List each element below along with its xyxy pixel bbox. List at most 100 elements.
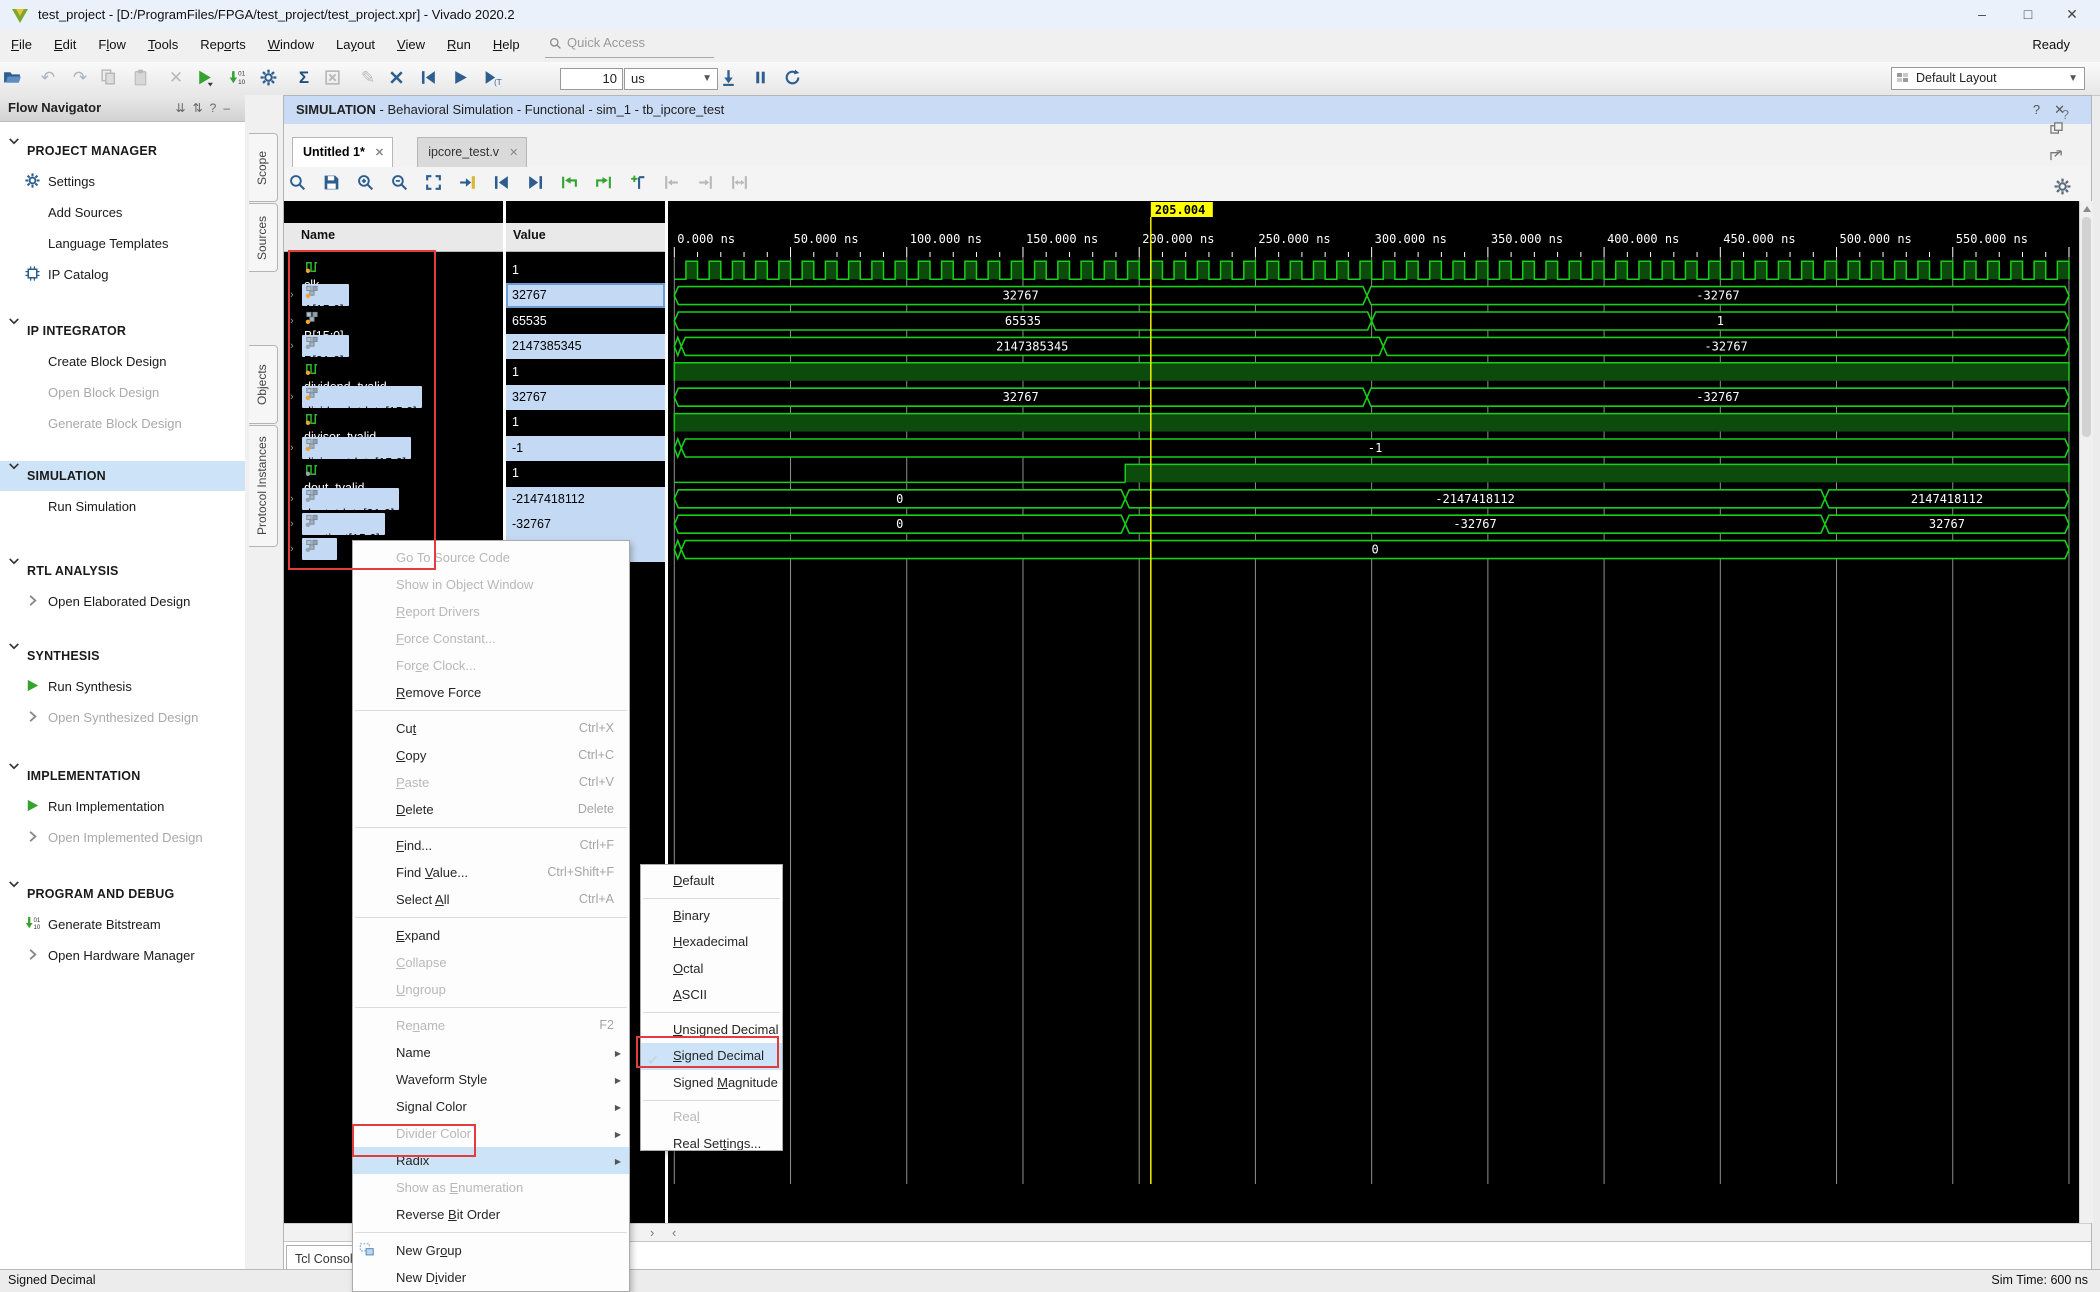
signal-row-dividend-tvalid[interactable]: dividend_tvalid1 xyxy=(284,360,668,385)
menu-item-new-divider[interactable]: New Divider xyxy=(353,1264,629,1291)
signal-name[interactable]: ›B[15:0] xyxy=(284,309,503,334)
signal-name[interactable]: clk xyxy=(284,258,503,283)
tab-ipcore-test-v[interactable]: ipcore_test.v✕ xyxy=(417,137,527,167)
fn-item-run-synthesis[interactable]: Run Synthesis xyxy=(0,671,245,702)
fn-item-open-hardware-manager[interactable]: Open Hardware Manager xyxy=(0,940,245,971)
expand-chevron-icon[interactable]: › xyxy=(290,537,294,562)
signal-row-quotient-15-0[interactable]: ›quotient[15:0]-32767 xyxy=(284,512,668,537)
toolbar-pause-icon[interactable] xyxy=(751,66,777,90)
signal-value[interactable]: 32767 xyxy=(506,385,665,410)
fn-section-header-implementation[interactable]: IMPLEMENTATION xyxy=(0,761,245,791)
toolbar-run-all-icon[interactable] xyxy=(451,66,477,90)
menu-layout[interactable]: Layout xyxy=(325,30,386,52)
quick-access-search[interactable]: Quick Access xyxy=(545,35,714,58)
menu-item-new-group[interactable]: New Group xyxy=(353,1237,629,1264)
toolbar-run-icon[interactable] xyxy=(195,66,221,90)
signal-row-b-15-0[interactable]: ›B[15:0]65535 xyxy=(284,309,668,334)
side-tab-sources[interactable]: Sources xyxy=(249,203,278,272)
menu-item-waveform-style[interactable]: Waveform Style▶ xyxy=(353,1066,629,1093)
menu-item-find-value[interactable]: Find Value...Ctrl+Shift+F xyxy=(353,859,629,886)
signal-value[interactable]: -32767 xyxy=(506,512,665,537)
fn-item-settings[interactable]: Settings xyxy=(0,166,245,197)
fn-section-header-project-manager[interactable]: PROJECT MANAGER xyxy=(0,136,245,166)
fn-item-generate-bitstream[interactable]: 0110Generate Bitstream xyxy=(0,909,245,940)
fn-item-generate-block-design[interactable]: Generate Block Design xyxy=(0,408,245,439)
fn-item-run-simulation[interactable]: Run Simulation xyxy=(0,491,245,522)
toolbar-break-x-icon[interactable] xyxy=(387,66,413,90)
close-button[interactable]: ✕ xyxy=(2050,0,2094,29)
expand-chevron-icon[interactable]: › xyxy=(290,385,294,410)
menu-item-delete[interactable]: DeleteDelete xyxy=(353,796,629,823)
value-column-header[interactable]: Value xyxy=(513,228,546,242)
menu-item-binary[interactable]: Binary xyxy=(641,903,782,930)
side-tab-scope[interactable]: Scope xyxy=(249,133,278,202)
fn-item-run-implementation[interactable]: Run Implementation xyxy=(0,791,245,822)
signal-value[interactable]: 65535 xyxy=(506,309,665,334)
layout-selector[interactable]: Default Layout ▼ xyxy=(1891,67,2085,90)
expand-chevron-icon[interactable]: › xyxy=(290,283,294,308)
wave-go-start-icon[interactable] xyxy=(492,171,518,195)
menu-item-signal-color[interactable]: Signal Color▶ xyxy=(353,1093,629,1120)
waveform-settings-gear-icon[interactable] xyxy=(2053,175,2079,199)
menu-item-find[interactable]: Find...Ctrl+F xyxy=(353,832,629,859)
toolbar-run-for-icon[interactable]: (T) xyxy=(483,66,509,90)
signal-name[interactable]: divisor_tvalid xyxy=(284,410,503,435)
wave-zoom-cursor-icon[interactable] xyxy=(458,171,484,195)
menu-item-name[interactable]: Name▶ xyxy=(353,1039,629,1066)
signal-name[interactable]: ›quotient[15:0] xyxy=(284,512,503,537)
scrollbar-thumb[interactable] xyxy=(2082,217,2091,437)
menu-item-real-settings[interactable]: Real Settings... xyxy=(641,1131,782,1152)
signal-row-divisor-tdata-15-0[interactable]: ›divisor_tdata[15:0]-1 xyxy=(284,436,668,461)
signal-value[interactable]: 32767 xyxy=(506,283,665,308)
wave-zoom-in-icon[interactable] xyxy=(356,171,382,195)
wave-zoom-out-icon[interactable] xyxy=(390,171,416,195)
menu-item-copy[interactable]: CopyCtrl+C xyxy=(353,742,629,769)
signal-value[interactable]: -1 xyxy=(506,436,665,461)
expand-chevron-icon[interactable]: › xyxy=(290,436,294,461)
toolbar-sigma-icon[interactable]: Σ xyxy=(291,66,317,90)
fn-section-header-rtl-analysis[interactable]: RTL ANALYSIS xyxy=(0,556,245,586)
signal-name[interactable]: ›dividend_tdata[15:0] xyxy=(284,385,503,410)
menu-item-cut[interactable]: CutCtrl+X xyxy=(353,715,629,742)
time-unit-select[interactable]: us▼ xyxy=(624,68,718,90)
menu-item-octal[interactable]: Octal xyxy=(641,956,782,983)
waveform-canvas[interactable]: 0.000 ns50.000 ns100.000 ns150.000 ns200… xyxy=(668,201,2079,1223)
wave-save-icon[interactable] xyxy=(322,171,348,195)
menu-run[interactable]: Run xyxy=(436,30,482,52)
toolbar-settings-gear-icon[interactable] xyxy=(259,66,285,90)
menu-item-unsigned-decimal[interactable]: Unsigned Decimal xyxy=(641,1017,782,1044)
signal-value[interactable]: 1 xyxy=(506,360,665,385)
signal-name[interactable]: ›dout_tdata[31:0] xyxy=(284,487,503,512)
tab-untitled-1[interactable]: Untitled 1*✕ xyxy=(292,137,393,167)
wave-add-marker-icon[interactable] xyxy=(628,171,654,195)
side-tab-objects[interactable]: Objects xyxy=(249,345,278,424)
expand-chevron-icon[interactable]: › xyxy=(290,512,294,537)
vertical-scrollbar[interactable] xyxy=(2079,201,2093,1223)
menu-item-remove-force[interactable]: Remove Force xyxy=(353,679,629,706)
side-tab-protocol-instances[interactable]: Protocol Instances xyxy=(249,425,278,547)
menu-window[interactable]: Window xyxy=(257,30,325,52)
signal-row-a-15-0[interactable]: ›A[15:0]32767 xyxy=(284,283,668,308)
signal-name[interactable]: dividend_tvalid xyxy=(284,360,503,385)
signal-row-dout-tdata-31-0[interactable]: ›dout_tdata[31:0]-2147418112 xyxy=(284,487,668,512)
menu-item-ascii[interactable]: ASCII xyxy=(641,982,782,1009)
signal-row-dividend-tdata-15-0[interactable]: ›dividend_tdata[15:0]32767 xyxy=(284,385,668,410)
toolbar-step-icon[interactable]: 0110 xyxy=(227,66,253,90)
menu-item-radix[interactable]: Radix▶ xyxy=(353,1147,629,1174)
menu-tools[interactable]: Tools xyxy=(137,30,189,52)
menu-item-hexadecimal[interactable]: Hexadecimal xyxy=(641,929,782,956)
expand-chevron-icon[interactable]: › xyxy=(290,334,294,359)
fn-section-header-simulation[interactable]: SIMULATION xyxy=(0,461,245,491)
toolbar-restart-icon[interactable] xyxy=(419,66,445,90)
minimize-button[interactable]: – xyxy=(1960,0,2004,29)
run-time-input[interactable]: 10 xyxy=(560,68,623,90)
signal-name[interactable]: ›divisor_tdata[15:0] xyxy=(284,436,503,461)
wave-go-end-icon[interactable] xyxy=(526,171,552,195)
menu-item-expand[interactable]: Expand xyxy=(353,922,629,949)
signal-name[interactable]: ›P[31:0] xyxy=(284,334,503,359)
menu-flow[interactable]: Flow xyxy=(87,30,136,52)
signal-row-dout-tvalid[interactable]: dout_tvalid1 xyxy=(284,461,668,486)
signal-value[interactable]: -2147418112 xyxy=(506,487,665,512)
menu-item-reverse-bit-order[interactable]: Reverse Bit Order xyxy=(353,1201,629,1228)
fn-item-open-synthesized-design[interactable]: Open Synthesized Design xyxy=(0,702,245,733)
